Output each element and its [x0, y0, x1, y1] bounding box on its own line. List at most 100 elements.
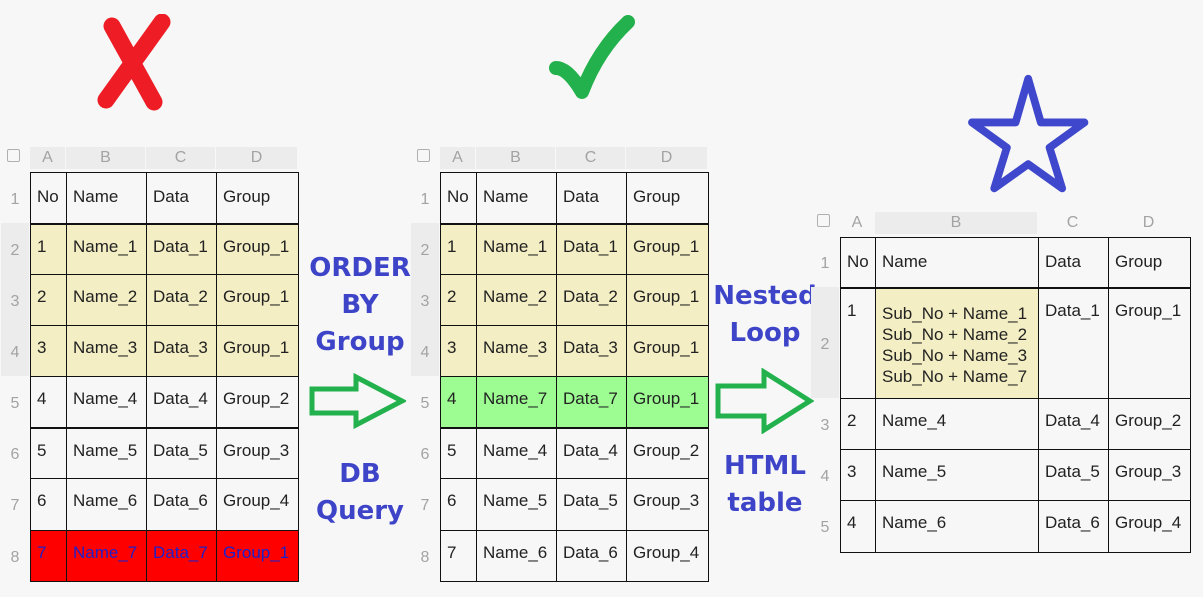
table-cell[interactable]: 4	[840, 500, 876, 553]
column-letter[interactable]: D	[1108, 212, 1189, 234]
table-cell[interactable]: 1	[840, 287, 876, 399]
table-cell[interactable]: Data_4	[146, 376, 217, 428]
table-cell[interactable]: Group_1	[626, 376, 709, 428]
row-number[interactable]: 7	[411, 478, 439, 530]
table-cell[interactable]: Name_4	[66, 376, 147, 428]
table-cell[interactable]: Data_1	[146, 223, 217, 275]
table-cell[interactable]: 7	[30, 530, 67, 582]
table-cell[interactable]: Data_7	[146, 530, 217, 582]
column-letter[interactable]: A	[440, 147, 475, 169]
row-number[interactable]: 7	[1, 478, 29, 530]
table-cell[interactable]: Group_1	[626, 325, 709, 377]
table-cell[interactable]: Group_1	[216, 530, 299, 582]
table-cell[interactable]: 2	[30, 274, 67, 326]
row-number[interactable]: 2	[811, 287, 839, 398]
row-number[interactable]: 2	[411, 223, 439, 274]
column-letter[interactable]: A	[30, 147, 65, 169]
table-cell[interactable]: 3	[840, 449, 876, 501]
column-letter[interactable]: D	[626, 147, 707, 169]
table-cell[interactable]: 2	[840, 398, 876, 450]
table-cell[interactable]: Group_1	[626, 223, 709, 275]
row-number[interactable]: 5	[811, 500, 839, 552]
select-all-checkbox[interactable]	[417, 149, 430, 162]
table-cell[interactable]: 5	[30, 427, 67, 479]
row-number[interactable]: 1	[811, 237, 839, 287]
column-letter[interactable]: B	[476, 147, 555, 169]
header-cell[interactable]: Data	[556, 172, 627, 224]
select-all-checkbox[interactable]	[7, 149, 20, 162]
column-letter[interactable]: C	[556, 147, 625, 169]
table-cell[interactable]: Group_4	[626, 530, 709, 582]
table-cell[interactable]: Group_4	[1108, 500, 1191, 553]
table-cell[interactable]: Data_3	[146, 325, 217, 377]
row-number[interactable]: 1	[1, 172, 29, 223]
table-cell[interactable]: 6	[30, 478, 67, 531]
table-cell[interactable]: Data_5	[146, 427, 217, 479]
table-cell[interactable]: Data_4	[556, 427, 627, 479]
table-cell[interactable]: Data_2	[556, 274, 627, 326]
row-number[interactable]: 8	[411, 530, 439, 581]
header-cell[interactable]: Data	[146, 172, 217, 224]
table-cell[interactable]: 4	[440, 376, 477, 428]
table-cell[interactable]: Data_6	[146, 478, 217, 531]
header-cell[interactable]: Group	[626, 172, 709, 224]
table-cell[interactable]: Data_1	[1038, 287, 1109, 399]
table-cell[interactable]: Data_2	[146, 274, 217, 326]
table-cell[interactable]: Name_6	[875, 500, 1039, 553]
table-cell[interactable]: Name_7	[476, 376, 557, 428]
table-cell[interactable]: 1	[440, 223, 477, 275]
table-cell[interactable]: 1	[30, 223, 67, 275]
table-cell[interactable]: Name_6	[476, 530, 557, 582]
table-cell[interactable]: Data_6	[1038, 500, 1109, 553]
row-number[interactable]: 4	[411, 325, 439, 376]
table-cell[interactable]: 6	[440, 478, 477, 531]
table-cell[interactable]: Group_2	[626, 427, 709, 479]
column-letter[interactable]: B	[66, 147, 145, 169]
table-cell[interactable]: Name_5	[476, 478, 557, 531]
column-letter[interactable]: A	[840, 212, 874, 234]
row-number[interactable]: 4	[1, 325, 29, 376]
row-number[interactable]: 4	[811, 449, 839, 500]
column-letter[interactable]: C	[1038, 212, 1107, 234]
table-cell[interactable]: Group_1	[216, 325, 299, 377]
table-cell[interactable]: Data_1	[556, 223, 627, 275]
select-all-checkbox[interactable]	[817, 214, 830, 227]
table-cell[interactable]: Name_4	[476, 427, 557, 479]
table-cell[interactable]: Name_6	[66, 478, 147, 531]
table-cell[interactable]: Name_7	[66, 530, 147, 582]
row-number[interactable]: 2	[1, 223, 29, 274]
table-cell[interactable]: Data_4	[1038, 398, 1109, 450]
table-cell[interactable]: 7	[440, 530, 477, 582]
table-cell[interactable]: Data_5	[1038, 449, 1109, 501]
table-cell[interactable]: Name_2	[66, 274, 147, 326]
table-cell[interactable]: Name_3	[476, 325, 557, 377]
table-cell[interactable]: Group_1	[216, 223, 299, 275]
table-cell[interactable]: Group_4	[216, 478, 299, 531]
header-cell[interactable]: No	[840, 237, 876, 288]
row-number[interactable]: 5	[411, 376, 439, 427]
header-cell[interactable]: No	[440, 172, 477, 224]
table-cell[interactable]: Name_5	[66, 427, 147, 479]
table-cell[interactable]: Name_5	[875, 449, 1039, 501]
table-cell[interactable]: Group_1	[1108, 287, 1191, 399]
table-cell[interactable]: Group_2	[1108, 398, 1191, 450]
table-cell[interactable]: 5	[440, 427, 477, 479]
header-cell[interactable]: Data	[1038, 237, 1109, 288]
row-number[interactable]: 1	[411, 172, 439, 223]
table-cell[interactable]: Name_1	[66, 223, 147, 275]
table-cell[interactable]: Group_1	[626, 274, 709, 326]
table-cell[interactable]: Sub_No + Name_1 Sub_No + Name_2 Sub_No + N…	[875, 287, 1039, 399]
table-cell[interactable]: Data_5	[556, 478, 627, 531]
row-number[interactable]: 6	[1, 427, 29, 478]
table-cell[interactable]: 3	[440, 325, 477, 377]
table-cell[interactable]: Group_3	[1108, 449, 1191, 501]
table-cell[interactable]: Name_1	[476, 223, 557, 275]
header-cell[interactable]: No	[30, 172, 67, 224]
table-cell[interactable]: Group_2	[216, 376, 299, 428]
table-cell[interactable]: 2	[440, 274, 477, 326]
table-cell[interactable]: 3	[30, 325, 67, 377]
header-cell[interactable]: Group	[216, 172, 299, 224]
table-cell[interactable]: Name_2	[476, 274, 557, 326]
table-cell[interactable]: Name_3	[66, 325, 147, 377]
column-letter[interactable]: D	[216, 147, 297, 169]
